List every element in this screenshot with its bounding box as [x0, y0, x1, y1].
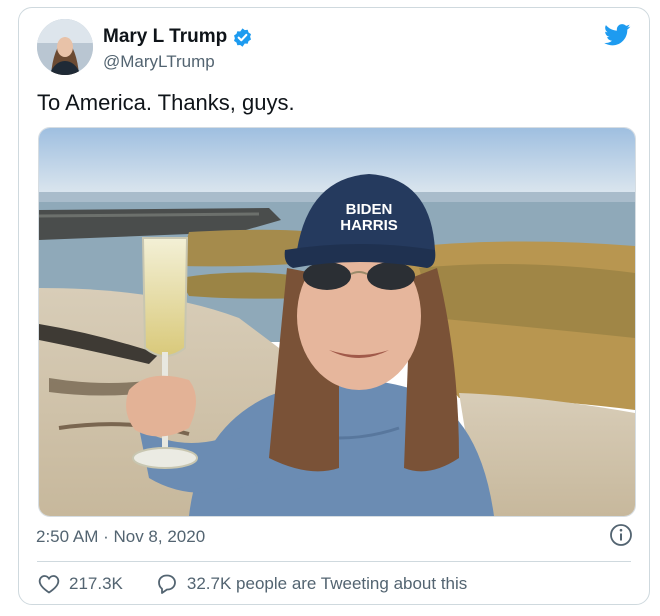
tweet-card: Mary L Trump @MaryLTrump To America. Tha… [18, 7, 650, 605]
cap-text-line1: BIDEN [346, 201, 393, 218]
speech-bubble-icon [157, 574, 176, 594]
tweet-photo[interactable]: BIDEN HARRIS [38, 127, 636, 517]
heart-icon [38, 575, 60, 594]
author-display-name[interactable]: Mary L Trump [103, 26, 227, 48]
info-icon[interactable] [609, 523, 633, 547]
conversation-text: 32.7K people are Tweeting about this [186, 574, 468, 593]
like-count: 217.3K [69, 574, 123, 593]
author-handle[interactable]: @MaryLTrump [103, 52, 215, 72]
like-button[interactable]: 217.3K [37, 572, 123, 596]
tweet-text: To America. Thanks, guys. [37, 90, 295, 115]
verified-badge-icon [234, 27, 252, 47]
cap-text-line2: HARRIS [340, 217, 398, 234]
divider [37, 561, 631, 562]
author-avatar[interactable] [37, 19, 93, 75]
conversation-link[interactable]: 32.7K people are Tweeting about this [155, 572, 467, 596]
tweet-timestamp[interactable]: 2:50 AM · Nov 8, 2020 [36, 527, 205, 547]
twitter-bird-icon[interactable] [604, 24, 631, 46]
tweet-actions: 217.3K 32.7K people are Tweeting about t… [37, 571, 467, 597]
